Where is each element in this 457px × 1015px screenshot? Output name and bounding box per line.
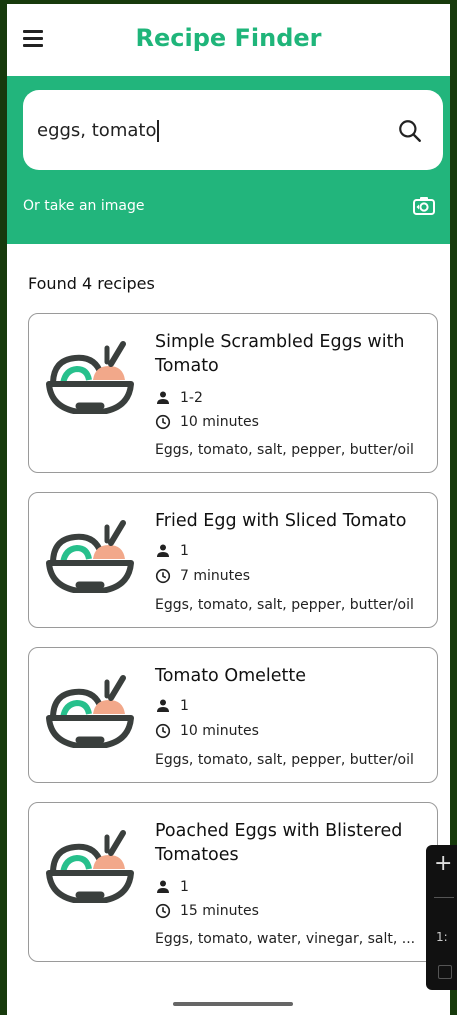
- camera-switch-icon[interactable]: [412, 194, 436, 218]
- plus-icon[interactable]: +: [434, 851, 452, 876]
- recipe-title: Fried Egg with Sliced Tomato: [155, 511, 407, 531]
- servings-row: 1: [155, 698, 189, 714]
- clock-icon: [155, 568, 171, 584]
- app-title: Recipe Finder: [135, 24, 322, 52]
- recipe-title: Tomato Omelette: [155, 666, 307, 686]
- floating-control-label: 1:: [436, 930, 448, 944]
- ingredients-text: Eggs, tomato, salt, pepper, butter/oil: [155, 597, 414, 613]
- app-bar: Recipe Finder: [7, 4, 450, 76]
- results-count: Found 4 recipes: [28, 274, 155, 293]
- servings-row: 1: [155, 879, 189, 895]
- clock-icon: [155, 903, 171, 919]
- clock-icon: [155, 723, 171, 739]
- servings-row: 1-2: [155, 390, 203, 406]
- square-icon[interactable]: [438, 965, 452, 979]
- bowl-icon: [46, 830, 134, 903]
- person-icon: [157, 699, 169, 712]
- bowl-icon: [46, 520, 134, 593]
- bowl-icon: [46, 675, 134, 748]
- clock-icon: [155, 414, 171, 430]
- take-image-link[interactable]: Or take an image: [23, 198, 144, 214]
- servings-value: 1-2: [180, 390, 203, 406]
- recipe-title: Simple Scrambled Eggs with Tomato: [155, 332, 405, 376]
- recipe-card[interactable]: Poached Eggs with Blistered Tomatoes 1 1…: [28, 802, 438, 962]
- servings-value: 1: [180, 698, 189, 714]
- search-input[interactable]: eggs, tomato: [23, 90, 443, 170]
- ingredients-text: Eggs, tomato, salt, pepper, butter/oil: [155, 752, 414, 768]
- time-value: 15 minutes: [180, 903, 259, 919]
- time-row: 15 minutes: [155, 903, 259, 919]
- ingredients-text: Eggs, tomato, salt, pepper, butter/oil: [155, 442, 414, 458]
- recipe-card[interactable]: Fried Egg with Sliced Tomato 1 7 minutes…: [28, 492, 438, 628]
- ingredients-text: Eggs, tomato, water, vinegar, salt, ...: [155, 931, 416, 947]
- person-icon: [157, 391, 169, 404]
- time-row: 7 minutes: [155, 568, 250, 584]
- divider: [434, 897, 454, 898]
- time-value: 7 minutes: [180, 568, 251, 584]
- time-value: 10 minutes: [180, 723, 259, 739]
- time-value: 10 minutes: [180, 414, 259, 430]
- floating-control-panel[interactable]: + 1:: [426, 845, 457, 990]
- time-row: 10 minutes: [155, 723, 259, 739]
- search-icon[interactable]: [397, 118, 423, 144]
- servings-value: 1: [180, 543, 189, 559]
- recipe-card[interactable]: Tomato Omelette 1 10 minutes Eggs, tomat…: [28, 647, 438, 783]
- gesture-nav-handle[interactable]: [173, 1002, 293, 1006]
- person-icon: [157, 544, 169, 557]
- search-input-value[interactable]: eggs, tomato: [37, 120, 160, 142]
- recipe-card[interactable]: Simple Scrambled Eggs with Tomato 1-2 10…: [28, 313, 438, 473]
- time-row: 10 minutes: [155, 414, 259, 430]
- bowl-icon: [46, 341, 134, 414]
- person-icon: [157, 880, 169, 893]
- phone-screen: Recipe Finder eggs, tomato Or take an im…: [7, 4, 450, 1015]
- search-panel: eggs, tomato Or take an image: [7, 76, 450, 244]
- recipe-title: Poached Eggs with Blistered Tomatoes: [155, 821, 403, 865]
- servings-value: 1: [180, 879, 189, 895]
- servings-row: 1: [155, 543, 189, 559]
